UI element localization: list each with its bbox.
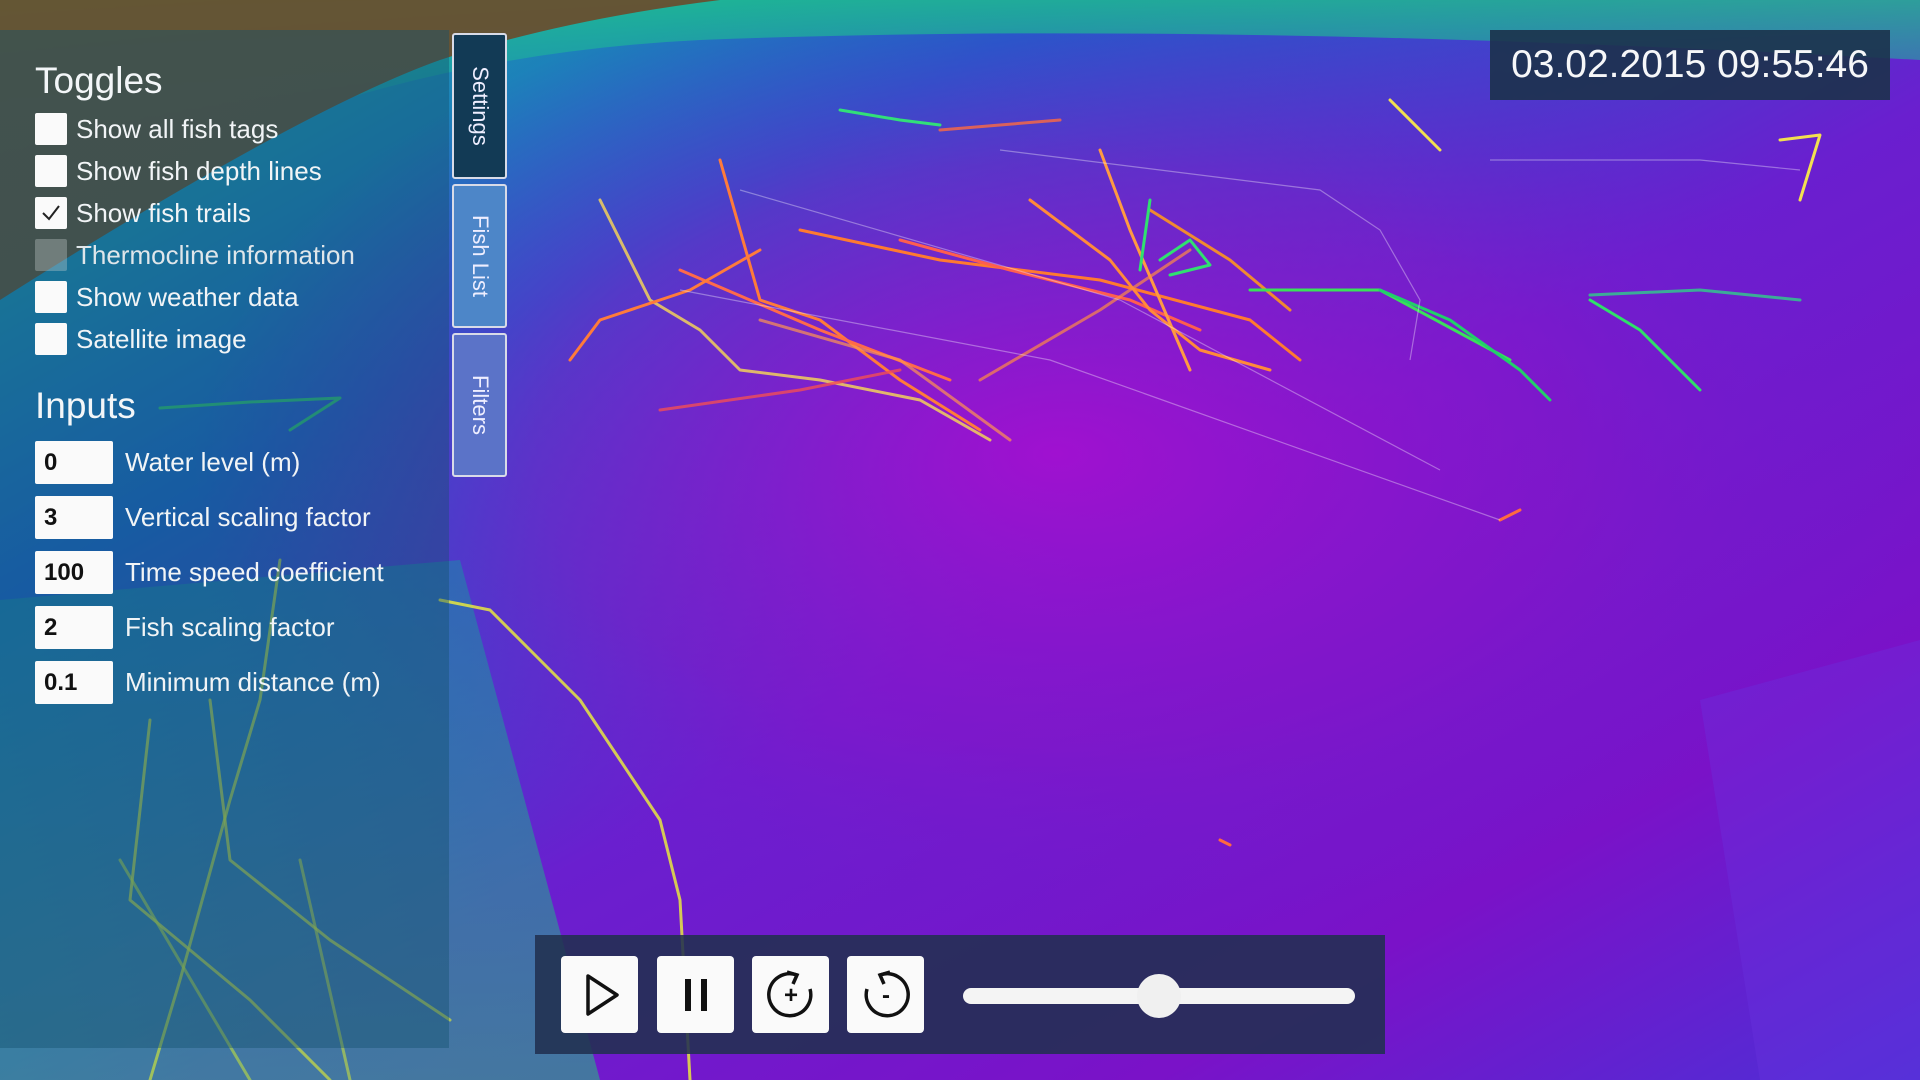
input-label: Minimum distance (m) xyxy=(125,667,381,697)
toggle-thermocline-information: Thermocline information xyxy=(35,238,355,272)
speed-up-symbol: + xyxy=(783,982,797,1009)
speed-slider-track[interactable] xyxy=(963,974,1355,1018)
checkbox-show-fish-depth-lines[interactable] xyxy=(35,155,67,187)
tab-fish-list-label: Fish List xyxy=(467,215,493,297)
pause-icon xyxy=(684,978,707,1011)
input-row-time-speed: Time speed coefficient xyxy=(35,551,384,594)
input-label: Fish scaling factor xyxy=(125,612,335,642)
checkmark-icon xyxy=(42,205,60,221)
playback-controls: + - xyxy=(535,935,1385,1054)
fish-scaling-input[interactable] xyxy=(35,606,113,649)
tab-settings-label: Settings xyxy=(467,66,493,146)
toggle-satellite-image[interactable]: Satellite image xyxy=(35,322,247,356)
toggle-label: Show fish depth lines xyxy=(76,155,322,186)
tab-settings[interactable]: Settings xyxy=(452,33,507,179)
input-label: Time speed coefficient xyxy=(125,557,384,587)
toggle-label: Thermocline information xyxy=(76,239,355,270)
slow-down-button[interactable]: - xyxy=(847,956,924,1033)
checkbox-show-weather-data[interactable] xyxy=(35,281,67,313)
tab-filters-label: Filters xyxy=(467,375,493,435)
rotate-minus-icon: - xyxy=(864,969,910,1017)
checkbox-show-fish-trails[interactable] xyxy=(35,197,67,229)
slow-down-symbol: - xyxy=(882,982,890,1009)
toggle-label: Show fish trails xyxy=(76,197,251,228)
tab-filters[interactable]: Filters xyxy=(452,333,507,477)
minimum-distance-input[interactable] xyxy=(35,661,113,704)
vertical-scaling-input[interactable] xyxy=(35,496,113,539)
checkbox-satellite-image[interactable] xyxy=(35,323,67,355)
toggle-label: Show weather data xyxy=(76,281,299,312)
toggle-show-fish-depth-lines[interactable]: Show fish depth lines xyxy=(35,154,322,188)
input-row-water-level: Water level (m) xyxy=(35,441,300,484)
input-row-fish-scaling: Fish scaling factor xyxy=(35,606,335,649)
input-label: Water level (m) xyxy=(125,447,301,477)
input-row-vertical-scaling: Vertical scaling factor xyxy=(35,496,371,539)
toggle-show-weather-data[interactable]: Show weather data xyxy=(35,280,299,314)
tab-fish-list[interactable]: Fish List xyxy=(452,184,507,328)
inputs-title: Inputs xyxy=(35,385,136,426)
play-button[interactable] xyxy=(561,956,638,1033)
timestamp-display: 03.02.2015 09:55:46 xyxy=(1490,30,1890,100)
water-level-input[interactable] xyxy=(35,441,113,484)
input-label: Vertical scaling factor xyxy=(125,502,371,532)
play-icon xyxy=(585,973,619,1016)
input-row-minimum-distance: Minimum distance (m) xyxy=(35,661,381,704)
speed-slider-handle[interactable] xyxy=(1137,974,1181,1018)
toggle-show-fish-trails[interactable]: Show fish trails xyxy=(35,196,251,230)
checkbox-show-all-fish-tags[interactable] xyxy=(35,113,67,145)
settings-panel: Toggles Show all fish tags Show fish dep… xyxy=(0,30,449,1048)
time-speed-input[interactable] xyxy=(35,551,113,594)
speed-up-button[interactable]: + xyxy=(752,956,829,1033)
toggle-label: Satellite image xyxy=(76,323,247,354)
toggle-show-all-fish-tags[interactable]: Show all fish tags xyxy=(35,112,278,146)
pause-button[interactable] xyxy=(657,956,734,1033)
toggle-label: Show all fish tags xyxy=(76,113,279,144)
toggles-title: Toggles xyxy=(35,60,163,101)
checkbox-thermocline-information xyxy=(35,239,67,271)
rotate-plus-icon: + xyxy=(766,969,812,1017)
